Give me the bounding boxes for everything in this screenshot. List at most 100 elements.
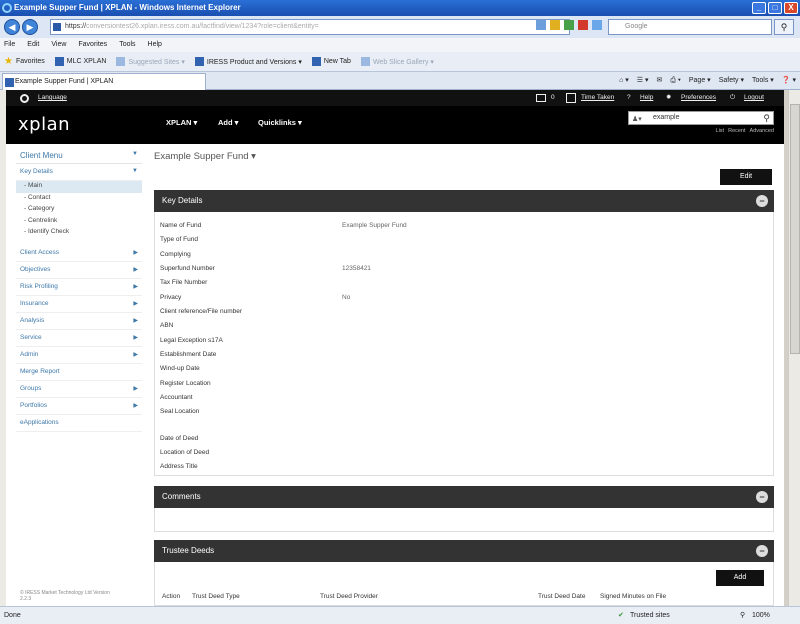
column-header-action[interactable]: Action [162, 593, 180, 600]
security-zone[interactable]: Trusted sites [630, 607, 670, 624]
menu-favorites[interactable]: Favorites [78, 38, 107, 52]
sidebar-item-groups[interactable]: Groups ▶ [16, 381, 142, 398]
edit-button[interactable]: Edit [720, 169, 772, 185]
sidebar-item-insurance[interactable]: Insurance ▶ [16, 296, 142, 313]
column-header-trust-deed-provider[interactable]: Trust Deed Provider [320, 593, 378, 600]
language-link[interactable]: Language [38, 90, 67, 106]
home-icon[interactable]: ⌂ ▾ [619, 74, 629, 88]
help-link[interactable]: Help [640, 90, 653, 106]
lock-icon[interactable] [550, 20, 560, 30]
address-input[interactable]: https://conversiontest26.xplan.iress.com… [50, 19, 570, 35]
comments-header[interactable]: Comments − [154, 486, 774, 508]
sidebar-subitem-contact[interactable]: - Contact [16, 193, 142, 205]
sidebar-item-service[interactable]: Service ▶ [16, 330, 142, 347]
logout-link[interactable]: Logout [744, 90, 764, 106]
sidebar-item-eapplications[interactable]: eApplications [16, 415, 142, 432]
favorite-iress-product[interactable]: IRESS Product and Versions ▾ [194, 57, 302, 66]
page-menu[interactable]: Page ▾ [689, 74, 711, 88]
collapse-icon[interactable]: − [756, 195, 768, 207]
client-menu-header[interactable]: Client Menu ▼ [16, 148, 142, 164]
address-url: https:// [65, 23, 87, 30]
dropdown-icon[interactable] [536, 20, 546, 30]
search-icon[interactable]: ⚲ [763, 112, 770, 124]
user-icon[interactable]: ♟▾ [632, 114, 642, 126]
sidebar-subitem-identify-check[interactable]: - Identify Check [16, 227, 142, 239]
refresh-icon[interactable] [564, 20, 574, 30]
search-go-button[interactable]: ⚲ [774, 19, 794, 35]
language-icon [20, 94, 29, 103]
safety-menu[interactable]: Safety ▾ [719, 74, 744, 88]
messages-icon[interactable] [536, 94, 546, 102]
favorite-mlc-xplan[interactable]: MLC XPLAN [54, 57, 106, 66]
search-input[interactable]: Google [608, 19, 772, 35]
mail-icon[interactable]: ✉ [657, 74, 663, 88]
search-recent-link[interactable]: Recent [728, 128, 745, 134]
menu-tools[interactable]: Tools [119, 38, 135, 52]
vertical-scrollbar[interactable] [788, 90, 800, 606]
sidebar-item-client-access[interactable]: Client Access ▶ [16, 245, 142, 262]
add-menu[interactable]: Add ▾ [218, 118, 238, 127]
site-icon [116, 57, 126, 66]
xplan-menu[interactable]: XPLAN ▾ [166, 118, 197, 127]
forward-button[interactable]: ▶ [22, 19, 38, 35]
sidebar-item-key-details[interactable]: Key Details ▼ [16, 164, 142, 181]
feeds-icon[interactable]: ☰ ▾ [637, 74, 649, 88]
field-label: Address Title [160, 463, 198, 470]
restore-button[interactable]: □ [768, 2, 782, 14]
client-sidebar: Client Menu ▼ Key Details ▼ - Main - Conta… [16, 148, 142, 432]
zoom-level[interactable]: 100% [752, 607, 770, 624]
collapse-icon[interactable]: − [756, 491, 768, 503]
sidebar-item-objectives[interactable]: Objectives ▶ [16, 262, 142, 279]
favorite-label: IRESS Product and Versions ▾ [206, 58, 302, 66]
key-details-header[interactable]: Key Details − [154, 190, 774, 212]
stop-icon[interactable] [578, 20, 588, 30]
field-label: Type of Fund [160, 236, 198, 243]
menu-file[interactable]: File [4, 38, 15, 52]
address-toolbar: ◀ ▶ https://conversiontest26.xplan.iress… [0, 16, 800, 38]
print-icon[interactable]: ⎙ ▾ [670, 74, 681, 88]
sidebar-item-admin[interactable]: Admin ▶ [16, 347, 142, 364]
favorite-web-slice-gallery[interactable]: Web Slice Gallery ▾ [360, 57, 434, 66]
close-button[interactable]: X [784, 2, 798, 14]
client-search-input[interactable]: ♟▾ example ⚲ [628, 111, 774, 125]
search-advanced-link[interactable]: Advanced [750, 128, 774, 134]
sidebar-subitem-centrelink[interactable]: - Centrelink [16, 216, 142, 228]
search-list-link[interactable]: List [716, 128, 725, 134]
column-header-trust-deed-date[interactable]: Trust Deed Date [538, 593, 585, 600]
menu-edit[interactable]: Edit [27, 38, 39, 52]
browser-tab[interactable]: Example Supper Fund | XPLAN [2, 73, 206, 90]
field-label: Seal Location [160, 408, 200, 415]
menu-help[interactable]: Help [148, 38, 162, 52]
trustee-deeds-header[interactable]: Trustee Deeds − [154, 540, 774, 562]
quicklinks-menu[interactable]: Quicklinks ▾ [258, 118, 302, 127]
minimize-button[interactable]: _ [752, 2, 766, 14]
time-taken-link[interactable]: Time Taken [581, 90, 614, 106]
column-header-signed-minutes[interactable]: Signed Minutes on File [600, 593, 666, 600]
page-title[interactable]: Example Supper Fund ▾ [154, 151, 256, 162]
subitem-label: Main [27, 182, 43, 189]
sidebar-item-merge-report[interactable]: Merge Report [16, 364, 142, 381]
preferences-link[interactable]: Preferences [681, 90, 716, 106]
scrollbar-thumb[interactable] [790, 104, 800, 354]
column-header-trust-deed-type[interactable]: Trust Deed Type [192, 593, 240, 600]
chevron-right-icon: ▶ [133, 334, 138, 341]
search-provider-icon[interactable] [592, 20, 602, 30]
tools-menu[interactable]: Tools ▾ [752, 74, 774, 88]
collapse-icon[interactable]: − [756, 545, 768, 557]
favorite-suggested-sites[interactable]: Suggested Sites ▾ [116, 57, 185, 66]
add-trust-deed-button[interactable]: Add [716, 570, 764, 586]
sidebar-subitem-main[interactable]: - Main [16, 181, 142, 193]
help-menu[interactable]: ❓ ▾ [782, 74, 796, 88]
sidebar-item-risk-profiling[interactable]: Risk Profiling ▶ [16, 279, 142, 296]
sidebar-subitem-category[interactable]: - Category [16, 204, 142, 216]
favorite-new-tab[interactable]: New Tab [311, 57, 351, 66]
field-label: Privacy [160, 294, 182, 301]
favorites-button[interactable]: ★ Favorites [4, 56, 45, 67]
sidebar-item-analysis[interactable]: Analysis ▶ [16, 313, 142, 330]
field-value: 12358421 [342, 265, 371, 272]
chevron-right-icon: ▶ [133, 402, 138, 409]
menu-view[interactable]: View [51, 38, 66, 52]
back-button[interactable]: ◀ [4, 19, 20, 35]
sidebar-item-portfolios[interactable]: Portfolios ▶ [16, 398, 142, 415]
window-title: Example Supper Fund | XPLAN - Windows In… [14, 3, 241, 12]
